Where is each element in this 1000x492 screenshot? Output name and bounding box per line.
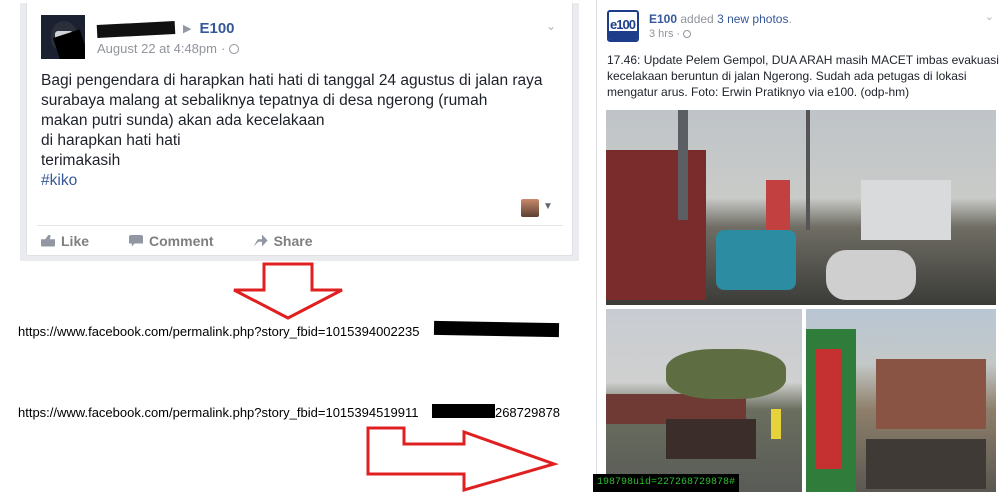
feed-post-header: E100 added 3 new photos. <box>649 12 792 26</box>
share-button[interactable]: Share <box>253 233 313 249</box>
post-line: Bagi pengendara di harapkan hati hati di… <box>41 72 543 89</box>
thumbs-up-icon <box>41 234 55 247</box>
viewer-avatar[interactable] <box>521 199 539 217</box>
globe-icon <box>229 43 240 54</box>
feed-line: mengatur arus. Foto: Erwin Pratiknyo via… <box>607 85 910 99</box>
down-arrow-icon <box>233 262 343 320</box>
comment-button[interactable]: Comment <box>129 233 214 249</box>
post-options-chevron-icon[interactable]: ⌄ <box>546 19 556 33</box>
post-line: makan putri sunda) akan ada kecelakaan <box>41 112 325 129</box>
post-line: di harapkan hati hati <box>41 132 181 149</box>
post-header: ▶ E100 <box>96 18 235 38</box>
feed-post-body: 17.46: Update Pelem Gempol, DUA ARAH mas… <box>607 52 999 100</box>
feed-timestamp[interactable]: 3 hrs · <box>649 28 680 40</box>
url-2-redaction-bar <box>432 404 495 418</box>
feed-timestamp-row: 3 hrs · <box>649 28 692 40</box>
post-body: Bagi pengendara di harapkan hati hati di… <box>41 71 561 191</box>
traffic-photo-1[interactable] <box>606 110 996 305</box>
post-timestamp-row: August 22 at 4:48pm · <box>97 41 240 56</box>
feed-line: 17.46: Update Pelem Gempol, DUA ARAH mas… <box>607 53 999 67</box>
post-action-bar: Like Comment Share <box>37 225 563 255</box>
share-to-arrow-icon: ▶ <box>183 22 192 35</box>
post-content: ▶ E100 August 22 at 4:48pm · ⌄ Bagi peng… <box>26 3 573 256</box>
page-name-link[interactable]: E100 <box>649 12 677 26</box>
like-button[interactable]: Like <box>41 233 89 249</box>
caret-down-icon[interactable]: ▼ <box>543 201 553 212</box>
url-fragment-overlay: 198798uid=227268729878# <box>593 474 740 492</box>
globe-icon <box>683 30 692 38</box>
post-timestamp[interactable]: August 22 at 4:48pm <box>97 41 217 56</box>
photos-link[interactable]: 3 new photos <box>717 12 788 26</box>
facebook-post-card: ▶ E100 August 22 at 4:48pm · ⌄ Bagi peng… <box>20 3 579 261</box>
post-line: surabaya malang at sebaliknya tepatnya d… <box>41 92 488 109</box>
traffic-photo-2[interactable] <box>606 309 802 492</box>
page-logo[interactable]: e100 <box>607 10 639 42</box>
comment-icon <box>129 234 144 247</box>
post-line: terimakasih <box>41 152 121 169</box>
url-1-redaction-bar <box>433 320 560 338</box>
logo-strip <box>609 31 637 40</box>
author-name-redacted <box>96 20 176 38</box>
right-arrow-icon <box>366 426 559 492</box>
logo-text: e100 <box>610 17 636 32</box>
feed-line: kecelakaan beruntun di jalan Ngerong. Su… <box>607 69 967 83</box>
hashtag-link[interactable]: #kiko <box>41 171 561 191</box>
traffic-photo-3[interactable] <box>806 309 996 492</box>
target-page-link[interactable]: E100 <box>199 20 234 37</box>
author-avatar[interactable] <box>41 15 85 59</box>
feed-options-chevron-icon[interactable]: ⌄ <box>985 10 994 23</box>
share-arrow-icon <box>253 234 268 247</box>
